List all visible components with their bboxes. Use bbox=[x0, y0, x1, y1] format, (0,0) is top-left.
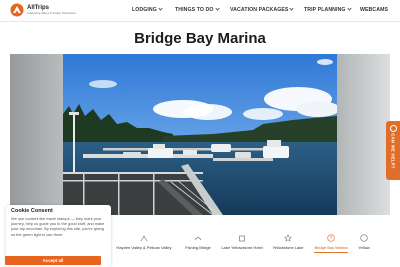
page-title: Bridge Bay Marina bbox=[134, 30, 266, 47]
bridge-icon bbox=[194, 237, 202, 241]
hotel-icon bbox=[239, 235, 245, 242]
thumbnail-hayden-valley[interactable]: Hayden Valley & Pelican Valley bbox=[112, 232, 176, 256]
thumbnail-fishing-bridge[interactable]: Fishing Bridge bbox=[178, 232, 218, 256]
cookie-title: Cookie Consent bbox=[11, 208, 53, 214]
thumbnail-label: Lake Yellowstone Hotel bbox=[221, 245, 263, 250]
nav-things-to-do-label: THINGS TO DO bbox=[175, 7, 214, 13]
page: AllTrips Celebrating Valleys & Greater D… bbox=[0, 0, 400, 267]
marina-photo bbox=[63, 54, 337, 215]
thumbnail-yellow[interactable]: Yellow bbox=[354, 232, 374, 256]
chat-icon bbox=[389, 125, 397, 132]
thumbnail-label: Yellowstone Lake bbox=[272, 245, 304, 250]
nav-vacation-packages-label: VACATION PACKAGES bbox=[230, 7, 289, 13]
main-nav: LODGING THINGS TO DO VACATION PACKAGES T… bbox=[0, 6, 400, 16]
help-tab[interactable]: CAN WE HELP? bbox=[386, 121, 400, 180]
compass-icon bbox=[327, 234, 335, 242]
nav-lodging-label: LODGING bbox=[132, 7, 157, 13]
thumbnail-label: Yellow bbox=[358, 245, 370, 250]
accept-all-button[interactable]: Accept all bbox=[5, 256, 101, 265]
help-label: CAN WE HELP? bbox=[390, 133, 396, 169]
nav-things-to-do[interactable]: THINGS TO DO bbox=[175, 6, 220, 13]
more-icon bbox=[360, 234, 368, 242]
chevron-down-icon bbox=[158, 6, 163, 11]
chevron-down-icon bbox=[214, 6, 220, 11]
nav-webcams[interactable]: WEBCAMS bbox=[360, 7, 388, 13]
next-slide-preview[interactable] bbox=[337, 54, 390, 215]
location-thumbnail-strip: Hayden Valley & Pelican Valley Fishing B… bbox=[112, 232, 400, 256]
previous-slide-preview[interactable] bbox=[10, 54, 63, 215]
chevron-down-icon bbox=[289, 6, 295, 11]
thumbnail-yellowstone-lake[interactable]: Yellowstone Lake bbox=[268, 232, 308, 256]
nav-webcams-label: WEBCAMS bbox=[360, 7, 389, 13]
nav-vacation-packages[interactable]: VACATION PACKAGES bbox=[230, 6, 295, 13]
thumbnail-bridge-bay-marina[interactable]: Bridge Bay Marina bbox=[310, 232, 352, 256]
nav-lodging[interactable]: LODGING bbox=[132, 6, 163, 13]
thumbnail-label: Fishing Bridge bbox=[185, 245, 211, 250]
nav-trip-planning-label: TRIP PLANNING bbox=[304, 7, 346, 13]
thumbnail-label: Bridge Bay Marina bbox=[314, 245, 348, 250]
nav-trip-planning[interactable]: TRIP PLANNING bbox=[304, 6, 352, 13]
trail-icon bbox=[140, 235, 148, 242]
thumbnail-lake-yellowstone-hotel[interactable]: Lake Yellowstone Hotel bbox=[218, 232, 266, 256]
cookie-text: We use cookies like travel stamps — they… bbox=[11, 216, 105, 237]
thumbnail-label: Hayden Valley & Pelican Valley bbox=[116, 245, 172, 250]
chevron-down-icon bbox=[346, 6, 352, 11]
star-icon bbox=[284, 234, 292, 242]
site-header: AllTrips Celebrating Valleys & Greater D… bbox=[0, 0, 400, 22]
